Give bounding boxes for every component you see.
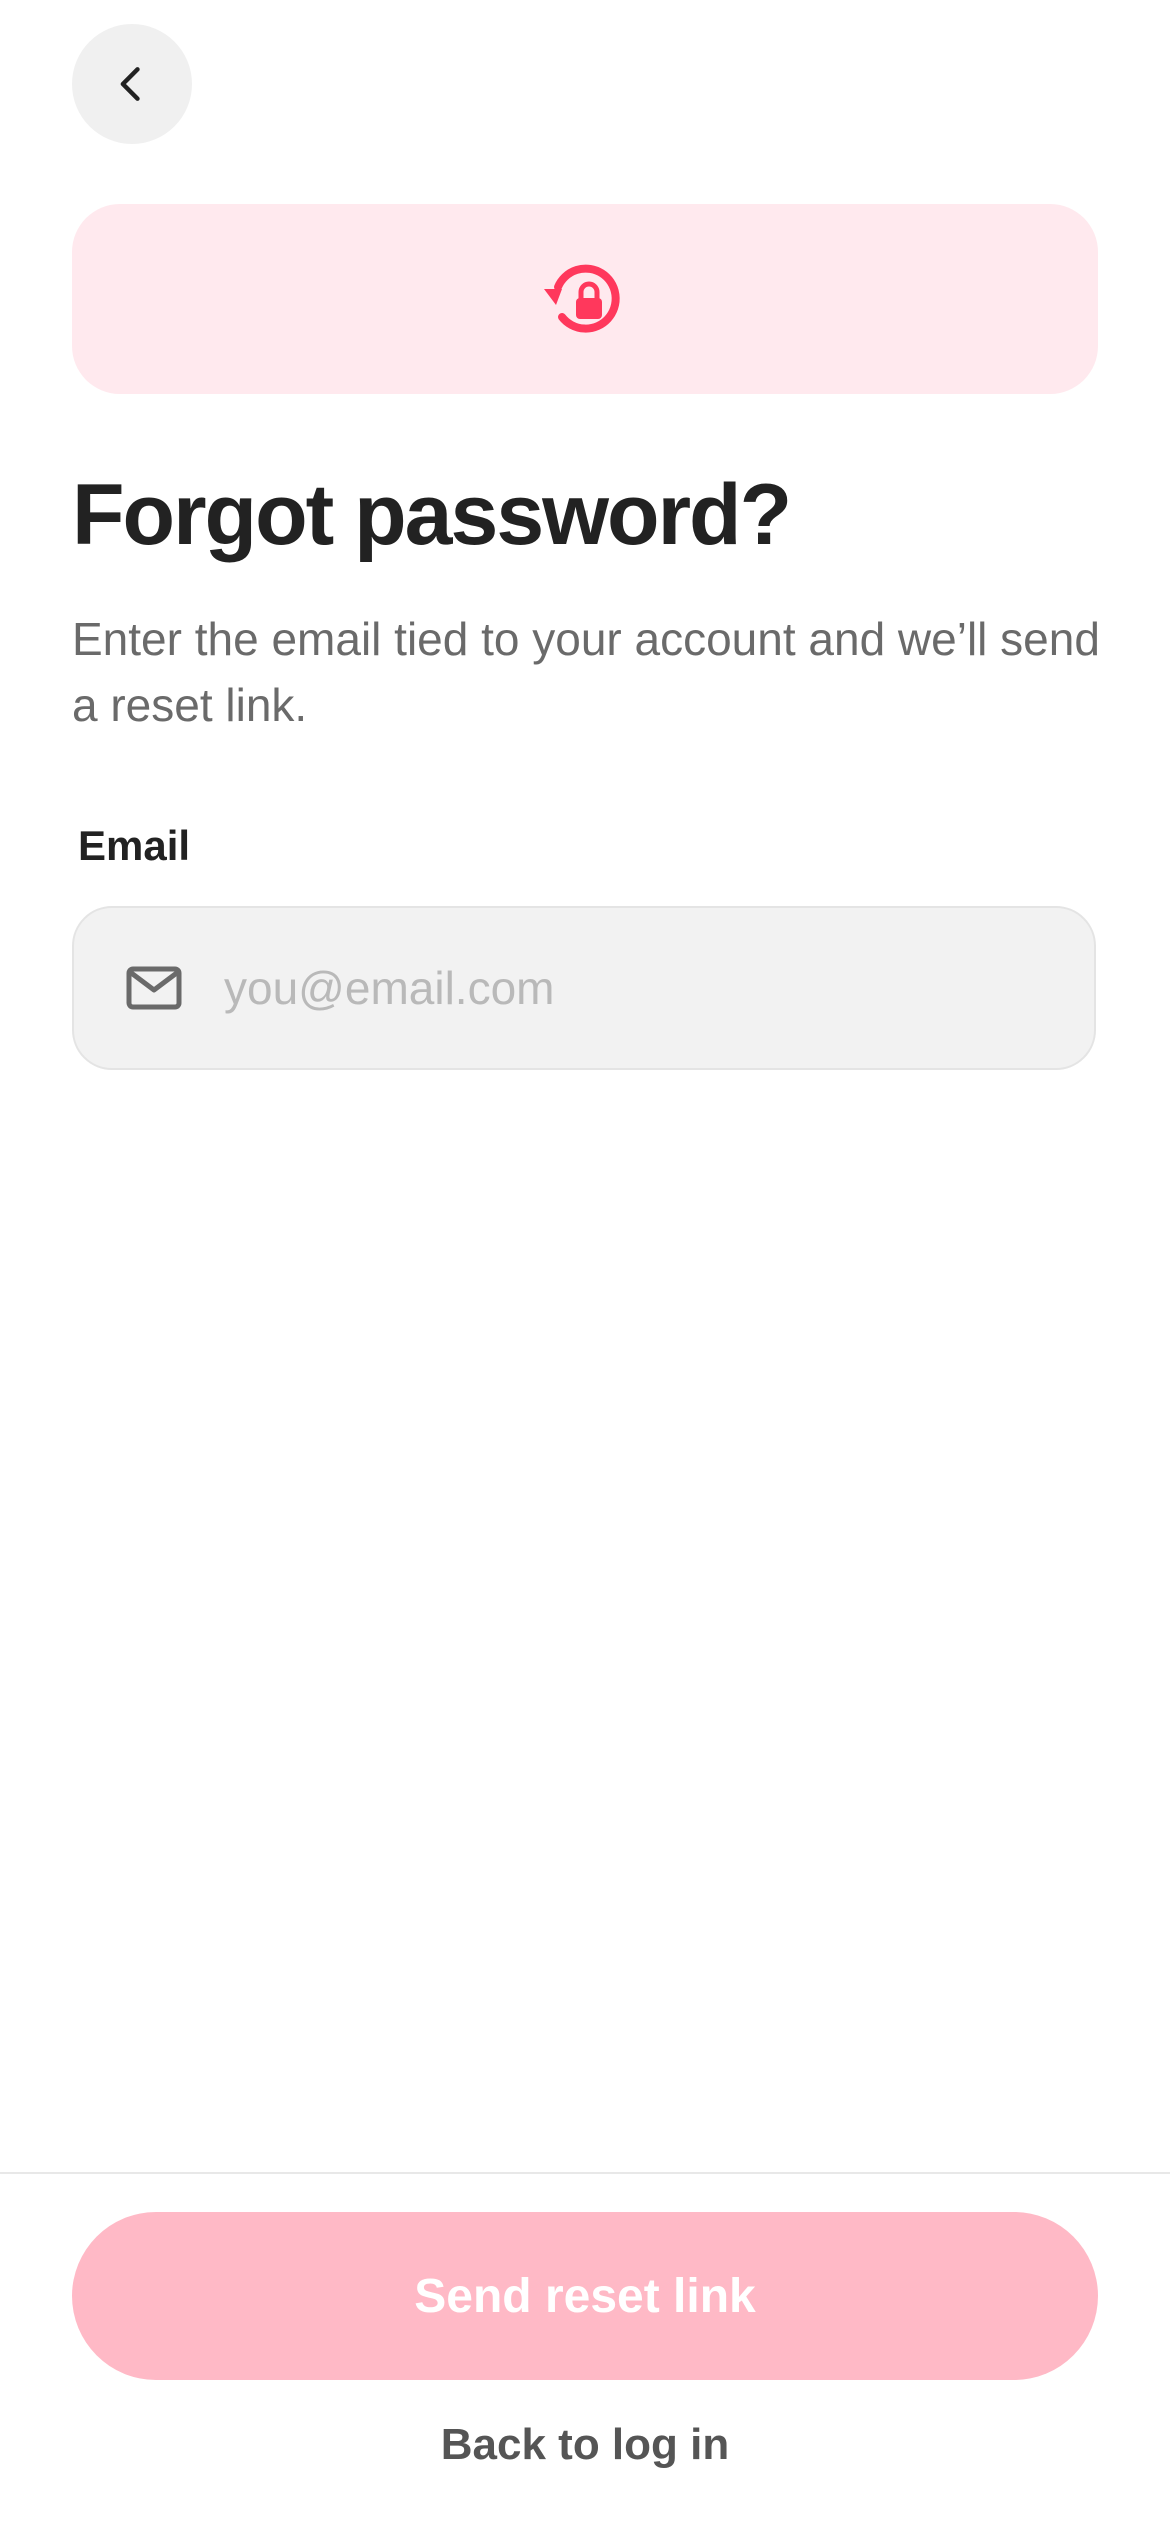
lock-reset-icon xyxy=(544,264,620,333)
page-title: Forgot password? xyxy=(72,467,792,563)
footer-divider xyxy=(0,2172,1170,2174)
send-reset-link-button[interactable]: Send reset link xyxy=(72,2212,1098,2380)
email-input[interactable] xyxy=(224,908,1094,1068)
email-label: Email xyxy=(78,822,191,869)
page-subtitle: Enter the email tied to your account and… xyxy=(72,613,1100,731)
mail-icon xyxy=(126,966,182,1010)
email-field[interactable] xyxy=(72,906,1096,1070)
hero-banner xyxy=(72,204,1098,394)
back-to-login-link[interactable]: Back to log in xyxy=(0,2420,1170,2470)
chevron-left-icon xyxy=(120,67,140,101)
forgot-password-screen: Forgot password? Enter the email tied to… xyxy=(0,0,1170,2532)
back-button[interactable] xyxy=(72,24,192,144)
